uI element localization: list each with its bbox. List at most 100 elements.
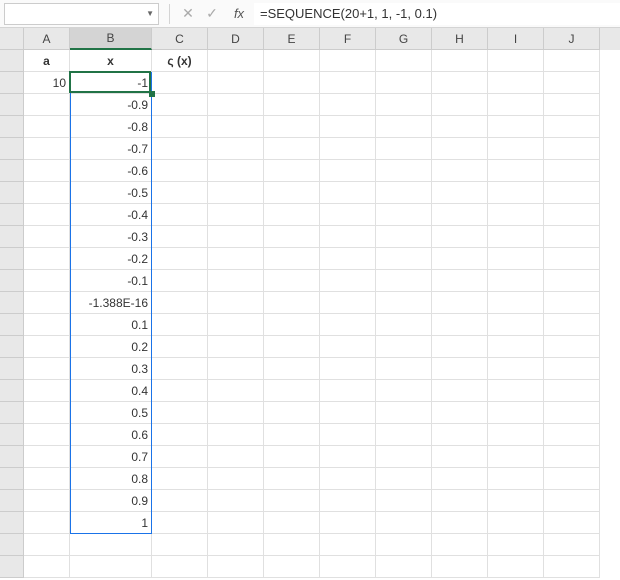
cell-C7[interactable] [152,182,208,204]
cell-C24[interactable] [152,556,208,578]
cell-F24[interactable] [320,556,376,578]
cell-H16[interactable] [432,380,488,402]
cell-H1[interactable] [432,50,488,72]
cell-H17[interactable] [432,402,488,424]
cell-I13[interactable] [488,314,544,336]
cell-A1[interactable]: a [24,50,70,72]
cell-F14[interactable] [320,336,376,358]
cell-B16[interactable]: 0.4 [70,380,152,402]
cell-I10[interactable] [488,248,544,270]
cell-B10[interactable]: -0.2 [70,248,152,270]
cell-J14[interactable] [544,336,600,358]
cell-C18[interactable] [152,424,208,446]
column-header-C[interactable]: C [152,28,208,50]
cell-H23[interactable] [432,534,488,556]
cell-G2[interactable] [376,72,432,94]
cell-J23[interactable] [544,534,600,556]
cell-J11[interactable] [544,270,600,292]
cell-A8[interactable] [24,204,70,226]
cell-C9[interactable] [152,226,208,248]
cell-E7[interactable] [264,182,320,204]
cell-D1[interactable] [208,50,264,72]
name-box[interactable]: ▼ [4,3,159,25]
cell-A21[interactable] [24,490,70,512]
cell-I22[interactable] [488,512,544,534]
cell-J6[interactable] [544,160,600,182]
cell-F9[interactable] [320,226,376,248]
cell-I4[interactable] [488,116,544,138]
cell-C6[interactable] [152,160,208,182]
cell-G6[interactable] [376,160,432,182]
cell-C22[interactable] [152,512,208,534]
cell-D3[interactable] [208,94,264,116]
cell-J8[interactable] [544,204,600,226]
cell-F8[interactable] [320,204,376,226]
cell-B17[interactable]: 0.5 [70,402,152,424]
cell-G13[interactable] [376,314,432,336]
cell-J13[interactable] [544,314,600,336]
cell-B3[interactable]: -0.9 [70,94,152,116]
cell-J18[interactable] [544,424,600,446]
cell-G21[interactable] [376,490,432,512]
cell-G7[interactable] [376,182,432,204]
cell-G17[interactable] [376,402,432,424]
cell-D8[interactable] [208,204,264,226]
cell-D6[interactable] [208,160,264,182]
cell-I14[interactable] [488,336,544,358]
cell-F2[interactable] [320,72,376,94]
cell-D24[interactable] [208,556,264,578]
cell-C19[interactable] [152,446,208,468]
cell-D21[interactable] [208,490,264,512]
cell-H15[interactable] [432,358,488,380]
cell-D10[interactable] [208,248,264,270]
cell-I7[interactable] [488,182,544,204]
cell-E12[interactable] [264,292,320,314]
cell-C21[interactable] [152,490,208,512]
cell-C2[interactable] [152,72,208,94]
cell-J10[interactable] [544,248,600,270]
row-header[interactable] [0,160,24,182]
row-header[interactable] [0,248,24,270]
cell-B5[interactable]: -0.7 [70,138,152,160]
cell-B9[interactable]: -0.3 [70,226,152,248]
cell-E3[interactable] [264,94,320,116]
cell-G20[interactable] [376,468,432,490]
row-header[interactable] [0,402,24,424]
row-header[interactable] [0,138,24,160]
cell-E11[interactable] [264,270,320,292]
cell-E4[interactable] [264,116,320,138]
cell-C3[interactable] [152,94,208,116]
cell-B21[interactable]: 0.9 [70,490,152,512]
column-header-J[interactable]: J [544,28,600,50]
cell-C14[interactable] [152,336,208,358]
cell-G16[interactable] [376,380,432,402]
cell-A6[interactable] [24,160,70,182]
cell-F22[interactable] [320,512,376,534]
cell-J15[interactable] [544,358,600,380]
cell-I21[interactable] [488,490,544,512]
chevron-down-icon[interactable]: ▼ [146,9,154,18]
cell-I20[interactable] [488,468,544,490]
cell-E15[interactable] [264,358,320,380]
cell-A10[interactable] [24,248,70,270]
row-header[interactable] [0,226,24,248]
cell-G10[interactable] [376,248,432,270]
column-header-I[interactable]: I [488,28,544,50]
cell-H19[interactable] [432,446,488,468]
cell-H6[interactable] [432,160,488,182]
cell-B18[interactable]: 0.6 [70,424,152,446]
cell-I23[interactable] [488,534,544,556]
cell-B14[interactable]: 0.2 [70,336,152,358]
cell-E9[interactable] [264,226,320,248]
cell-A24[interactable] [24,556,70,578]
cell-G18[interactable] [376,424,432,446]
cell-D16[interactable] [208,380,264,402]
cell-G4[interactable] [376,116,432,138]
cell-J2[interactable] [544,72,600,94]
cell-G8[interactable] [376,204,432,226]
cell-F23[interactable] [320,534,376,556]
cell-D12[interactable] [208,292,264,314]
cell-G5[interactable] [376,138,432,160]
cell-F13[interactable] [320,314,376,336]
cell-G19[interactable] [376,446,432,468]
